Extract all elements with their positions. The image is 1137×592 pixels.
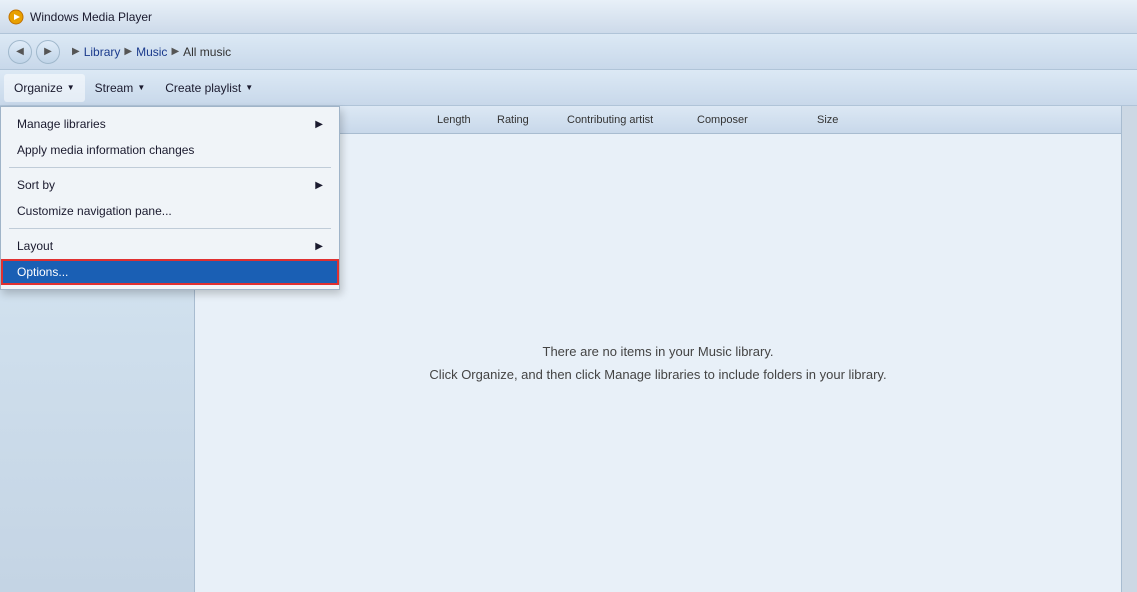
col-header-length[interactable]: Length	[429, 114, 489, 126]
menu-item-sort-by[interactable]: Sort by ▶	[1, 172, 339, 198]
col-header-size[interactable]: Size	[809, 114, 879, 126]
create-playlist-label: Create playlist	[165, 81, 241, 95]
empty-state-line1: There are no items in your Music library…	[543, 340, 774, 363]
forward-button[interactable]: ▶	[36, 40, 60, 64]
organize-caret: ▼	[67, 83, 75, 92]
menu-item-manage-libraries[interactable]: Manage libraries ▶	[1, 111, 339, 137]
options-label: Options...	[17, 265, 68, 279]
create-playlist-caret: ▼	[245, 83, 253, 92]
back-button[interactable]: ◀	[8, 40, 32, 64]
manage-libraries-arrow: ▶	[315, 119, 323, 130]
breadcrumb-all-music: All music	[183, 45, 231, 59]
menu-separator-1	[9, 167, 331, 168]
app-icon	[8, 9, 24, 25]
customize-nav-label: Customize navigation pane...	[17, 204, 172, 218]
organize-button[interactable]: Organize ▼	[4, 74, 85, 102]
col-header-rating[interactable]: Rating	[489, 114, 559, 126]
menu-separator-2	[9, 228, 331, 229]
layout-arrow: ▶	[315, 241, 323, 252]
menu-item-options[interactable]: Options...	[1, 259, 339, 285]
sort-by-arrow: ▶	[315, 180, 323, 191]
menu-item-apply-media[interactable]: Apply media information changes	[1, 137, 339, 163]
stream-label: Stream	[95, 81, 134, 95]
stream-button[interactable]: Stream ▼	[85, 74, 156, 102]
menu-item-layout[interactable]: Layout ▶	[1, 233, 339, 259]
breadcrumb-arrow-1: ▶	[124, 46, 132, 57]
breadcrumb-root-arrow: ▶	[72, 46, 80, 57]
manage-libraries-label: Manage libraries	[17, 117, 106, 131]
menu-item-customize-nav[interactable]: Customize navigation pane...	[1, 198, 339, 224]
sort-by-label: Sort by	[17, 178, 55, 192]
col-header-composer[interactable]: Composer	[689, 114, 809, 126]
breadcrumb: ▶ Library ▶ Music ▶ All music	[68, 45, 231, 59]
nav-bar: ◀ ▶ ▶ Library ▶ Music ▶ All music	[0, 34, 1137, 70]
stream-caret: ▼	[137, 83, 145, 92]
title-bar: Windows Media Player	[0, 0, 1137, 34]
window-title: Windows Media Player	[30, 10, 152, 24]
create-playlist-button[interactable]: Create playlist ▼	[155, 74, 263, 102]
apply-media-label: Apply media information changes	[17, 143, 194, 157]
layout-label: Layout	[17, 239, 53, 253]
organize-dropdown-menu: Manage libraries ▶ Apply media informati…	[0, 106, 340, 290]
breadcrumb-music[interactable]: Music	[136, 45, 167, 59]
breadcrumb-arrow-2: ▶	[171, 46, 179, 57]
col-header-contributing-artist[interactable]: Contributing artist	[559, 114, 689, 126]
toolbar: Organize ▼ Stream ▼ Create playlist ▼ Ma…	[0, 70, 1137, 106]
scrollbar[interactable]	[1121, 106, 1137, 592]
organize-label: Organize	[14, 81, 63, 95]
empty-state-line2: Click Organize, and then click Manage li…	[429, 363, 886, 386]
breadcrumb-library[interactable]: Library	[84, 45, 121, 59]
